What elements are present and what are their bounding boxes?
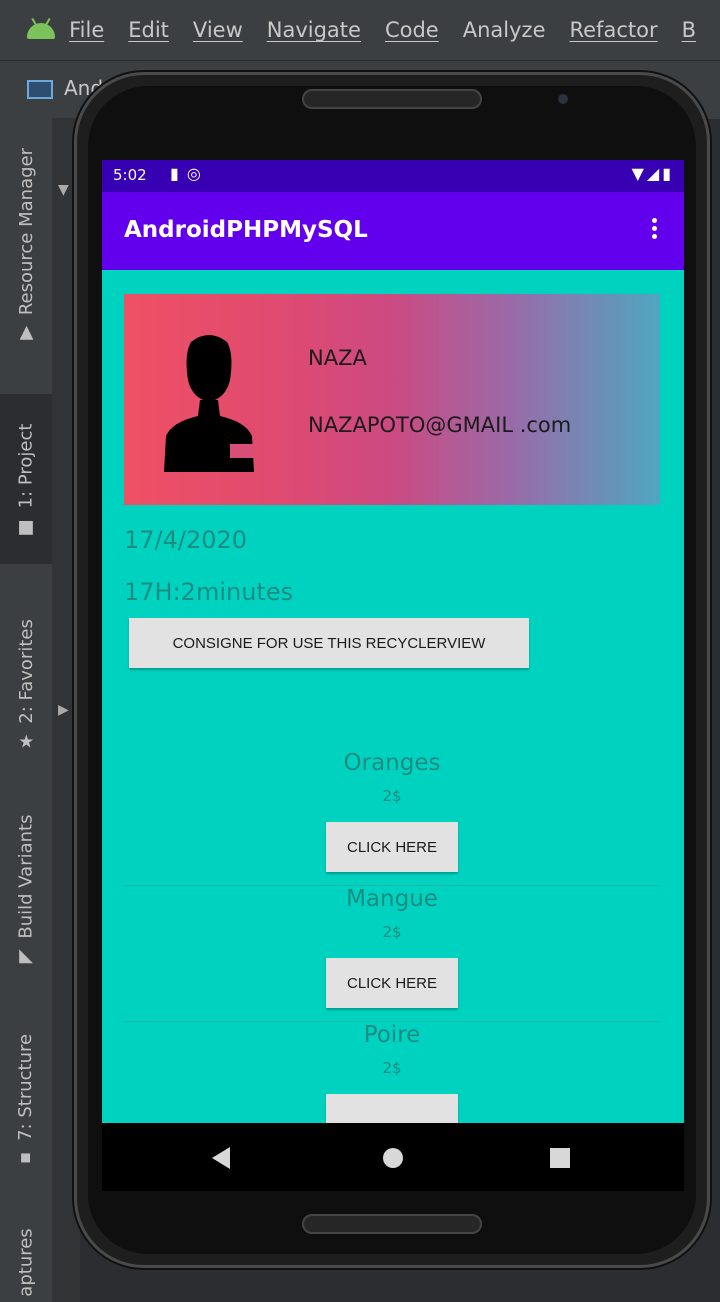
device-screen: 5:02 ▮◎ ▼◢▮ AndroidPHPMySQL NAZA NAZAPOT… (102, 160, 684, 1123)
battery-icon: ▮ (662, 164, 674, 183)
overflow-menu-icon[interactable] (652, 218, 658, 240)
tab-label: 7: Structure (15, 1033, 37, 1141)
click-here-button[interactable] (326, 1094, 458, 1123)
navigation-bar (102, 1123, 684, 1191)
tab-favorites[interactable]: ★ 2: Favorites (0, 604, 52, 764)
sd-card-icon: ▮ (170, 164, 187, 183)
consigne-button[interactable]: CONSIGNE FOR USE THIS RECYCLERVIEW (129, 618, 529, 668)
tab-build-variants[interactable]: ◣ Build Variants (0, 798, 52, 978)
status-bar: 5:02 ▮◎ ▼◢▮ (102, 160, 684, 192)
resource-manager-icon: ▲ (19, 321, 33, 343)
item-price: 2$ (382, 1059, 402, 1077)
menu-refactor[interactable]: Refactor (569, 18, 657, 42)
star-icon: ★ (17, 730, 35, 752)
system-icons: ▼◢▮ (632, 164, 674, 183)
menu-code[interactable]: Code (385, 18, 439, 42)
date-text: 17/4/2020 (124, 526, 248, 554)
build-variants-icon: ◣ (19, 944, 33, 966)
menu-build[interactable]: B (682, 18, 696, 42)
tab-structure[interactable]: ▪ 7: Structure (0, 1018, 52, 1178)
structure-icon: ▪ (19, 1145, 33, 1167)
item-name: Oranges (343, 750, 441, 776)
wifi-icon: ▼ (631, 164, 647, 183)
menu-navigate[interactable]: Navigate (267, 18, 361, 42)
tab-label: 1: Project (15, 423, 37, 508)
back-icon[interactable] (212, 1147, 230, 1169)
list-item: Mangue 2$ CLICK HERE (124, 886, 660, 1022)
recent-apps-icon[interactable] (550, 1148, 570, 1168)
tab-label: Build Variants (15, 814, 37, 939)
android-logo-icon (26, 17, 55, 39)
time-text: 17H:2minutes (124, 578, 294, 606)
list-item: Poire 2$ (124, 1022, 660, 1123)
click-here-button[interactable]: CLICK HERE (326, 822, 458, 872)
tab-label: Resource Manager (15, 147, 37, 315)
home-icon[interactable] (383, 1148, 403, 1168)
tree-expand-icon[interactable]: ▼ (58, 182, 69, 198)
notification-icons: ▮◎ (170, 164, 209, 183)
menu-analyze[interactable]: Analyze (463, 18, 546, 42)
app-title: AndroidPHPMySQL (124, 217, 368, 243)
profile-email: NAZAPOTO@GMAIL .com (308, 413, 572, 437)
tab-captures[interactable]: aptures (0, 1222, 52, 1302)
tab-label: aptures (15, 1227, 37, 1297)
front-camera (558, 94, 568, 104)
sync-icon: ◎ (186, 164, 209, 183)
ide-tool-sidebar: ▲ Resource Manager ■ 1: Project ★ 2: Favori… (0, 118, 53, 1302)
bottom-speaker (302, 1214, 482, 1234)
folder-icon: ■ (17, 515, 35, 537)
item-name: Mangue (346, 886, 438, 912)
menu-file[interactable]: File (69, 18, 104, 42)
top-speaker (302, 89, 482, 109)
ide-menubar: File Edit View Navigate Code Analyze Ref… (0, 0, 720, 60)
profile-card: NAZA NAZAPOTO@GMAIL .com (124, 294, 660, 505)
tree-collapse-icon[interactable]: ▶ (58, 702, 69, 718)
app-bar: AndroidPHPMySQL (102, 192, 684, 270)
profile-name: NAZA (308, 346, 367, 370)
user-avatar-icon (164, 335, 254, 472)
item-name: Poire (363, 1022, 421, 1048)
tab-label: 2: Favorites (15, 618, 37, 724)
menu-edit[interactable]: Edit (128, 18, 169, 42)
tab-project[interactable]: ■ 1: Project (0, 394, 52, 564)
project-window-icon (27, 80, 53, 99)
signal-icon: ◢ (646, 164, 663, 183)
status-time: 5:02 (113, 166, 147, 184)
tab-resource-manager[interactable]: ▲ Resource Manager (0, 118, 52, 368)
menu-view[interactable]: View (193, 18, 243, 42)
click-here-button[interactable]: CLICK HERE (326, 958, 458, 1008)
list-item: Oranges 2$ CLICK HERE (124, 750, 660, 886)
item-price: 2$ (382, 787, 402, 805)
item-price: 2$ (382, 923, 402, 941)
